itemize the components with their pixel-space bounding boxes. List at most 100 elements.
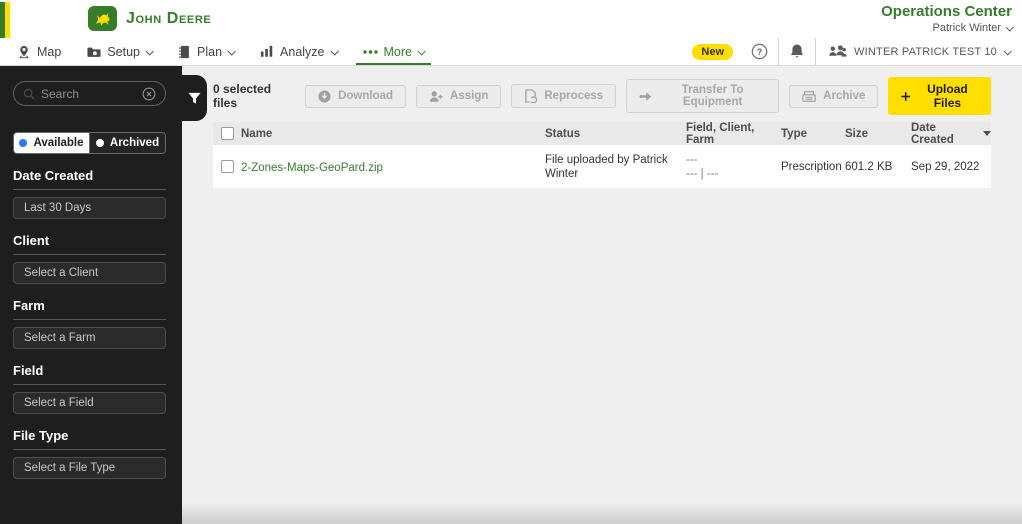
notifications-button[interactable]: [779, 38, 815, 65]
nav-item-map[interactable]: Map: [4, 38, 74, 65]
search-icon: [23, 88, 35, 100]
file-size: 601.2 KB: [845, 160, 893, 173]
nav-item-analyze[interactable]: Analyze: [247, 38, 349, 65]
archive-button-label: Archive: [823, 90, 866, 102]
chevron-down-icon: [227, 46, 236, 56]
map-pin-icon: [19, 45, 29, 58]
farm-filter[interactable]: Select a Farm: [13, 327, 166, 349]
radio-unselected-icon: [95, 139, 104, 147]
new-badge: New: [692, 43, 734, 60]
column-header-name[interactable]: Name: [241, 128, 545, 140]
column-header-size[interactable]: Size: [845, 128, 911, 140]
nav-item-label: Plan: [197, 44, 223, 59]
bell-icon: [791, 44, 804, 58]
toggle-available[interactable]: Available: [14, 133, 89, 153]
filter-group-farm: Farm Select a Farm: [13, 298, 166, 349]
filters-sidebar: Available Archived Date Created Last 30 …: [0, 66, 207, 524]
divider: [13, 319, 166, 320]
row-checkbox[interactable]: [220, 160, 234, 173]
filter-group-client: Client Select a Client: [13, 233, 166, 284]
files-table: Name Status Field, Client, Farm Type Siz…: [213, 122, 991, 188]
filter-label: Farm: [13, 298, 45, 313]
download-button-label: Download: [338, 90, 394, 102]
file-date-created: Sep 29, 2022: [911, 160, 980, 173]
filter-group-date-created: Date Created Last 30 Days: [13, 168, 166, 219]
upload-files-label: Upload Files: [927, 82, 968, 110]
divider: [13, 449, 166, 450]
user-menu[interactable]: Patrick Winter: [881, 22, 1014, 34]
chevron-down-icon: [417, 46, 426, 56]
file-name-link[interactable]: 2-Zones-Maps-GeoPard.zip: [241, 162, 383, 174]
nav-item-more[interactable]: More: [350, 38, 437, 65]
nav-item-plan[interactable]: Plan: [165, 38, 247, 65]
nav-item-label: Analyze: [280, 44, 325, 59]
column-header-date-created[interactable]: Date Created: [911, 122, 991, 146]
divider: [13, 254, 166, 255]
table-row: 2-Zones-Maps-GeoPard.zip File uploaded b…: [213, 145, 991, 188]
search-box: [13, 81, 166, 106]
column-header-field-client-farm[interactable]: Field, Client, Farm: [686, 122, 781, 146]
bar-chart-icon: [260, 45, 273, 57]
toggle-archived-label: Archived: [109, 137, 160, 149]
chevron-down-icon: [1005, 23, 1014, 32]
organization-menu[interactable]: WINTER PATRICK TEST 10: [816, 44, 1022, 59]
filter-label: File Type: [13, 428, 69, 443]
search-input[interactable]: [41, 86, 136, 101]
client-filter[interactable]: Select a Client: [13, 262, 166, 284]
filter-label: Date Created: [13, 168, 94, 183]
client-farm-value: --- | ---: [686, 167, 719, 180]
reprocess-icon: [525, 89, 538, 103]
assign-user-icon: [429, 90, 443, 102]
divider: [13, 384, 166, 385]
radio-selected-icon: [19, 139, 28, 147]
brand-name: John Deere: [126, 9, 212, 27]
filter-group-field: Field Select a Field: [13, 363, 166, 414]
chevron-down-icon: [1003, 46, 1012, 56]
brand-stripe-yellow: [5, 2, 10, 38]
john-deere-logo-icon: [88, 6, 117, 31]
filter-label: Field: [13, 363, 44, 378]
file-type-filter[interactable]: Select a File Type: [13, 457, 166, 479]
files-toolbar: 0 selected files Download Assign Reproce…: [213, 77, 991, 115]
field-value: ---: [686, 153, 698, 166]
toggle-archived[interactable]: Archived: [89, 133, 165, 153]
chevron-down-icon: [329, 46, 339, 56]
reprocess-button[interactable]: Reprocess: [511, 84, 617, 108]
nav-item-setup[interactable]: Setup: [74, 38, 165, 65]
archive-button[interactable]: Archive: [789, 84, 879, 108]
download-icon: [318, 89, 331, 103]
upload-files-button[interactable]: Upload Files: [888, 77, 991, 115]
organization-menu-label: WINTER PATRICK TEST 10: [854, 45, 997, 58]
filter-group-file-type: File Type Select a File Type: [13, 428, 166, 479]
date-created-filter[interactable]: Last 30 Days: [13, 197, 166, 219]
transfer-to-equipment-button[interactable]: Transfer To Equipment: [626, 79, 780, 113]
column-header-type[interactable]: Type: [781, 128, 845, 140]
table-header-row: Name Status Field, Client, Farm Type Siz…: [213, 122, 991, 146]
archive-icon: [802, 90, 816, 102]
file-type: Prescription: [781, 160, 842, 173]
reprocess-button-label: Reprocess: [544, 90, 604, 102]
plus-icon: [901, 91, 911, 101]
select-all-checkbox[interactable]: [220, 127, 234, 140]
transfer-arrow-icon: [639, 91, 652, 101]
files-main-area: 0 selected files Download Assign Reproce…: [182, 66, 1022, 524]
help-button[interactable]: ?: [741, 38, 778, 65]
column-header-status[interactable]: Status: [545, 128, 686, 140]
clear-search-icon[interactable]: [142, 87, 156, 101]
toggle-available-label: Available: [33, 137, 84, 149]
transfer-button-label: Transfer To Equipment: [681, 84, 744, 108]
nav-item-label: Setup: [107, 44, 140, 59]
chevron-down-icon: [145, 46, 154, 56]
main-navbar: Map Setup Plan Analyze More New ? WINTER…: [0, 38, 1022, 66]
selected-count: 0 selected files: [213, 82, 272, 110]
field-filter[interactable]: Select a Field: [13, 392, 166, 414]
assign-button-label: Assign: [450, 90, 489, 102]
nav-item-label: Map: [37, 44, 62, 59]
app-header: John Deere Operations Center Patrick Win…: [0, 0, 1022, 38]
assign-button[interactable]: Assign: [416, 84, 502, 108]
brand-logo[interactable]: John Deere: [88, 6, 211, 31]
sort-desc-icon: [983, 131, 991, 136]
download-button[interactable]: Download: [305, 84, 407, 108]
file-status: File uploaded by Patrick Winter: [545, 153, 668, 180]
ellipsis-icon: [362, 49, 378, 54]
